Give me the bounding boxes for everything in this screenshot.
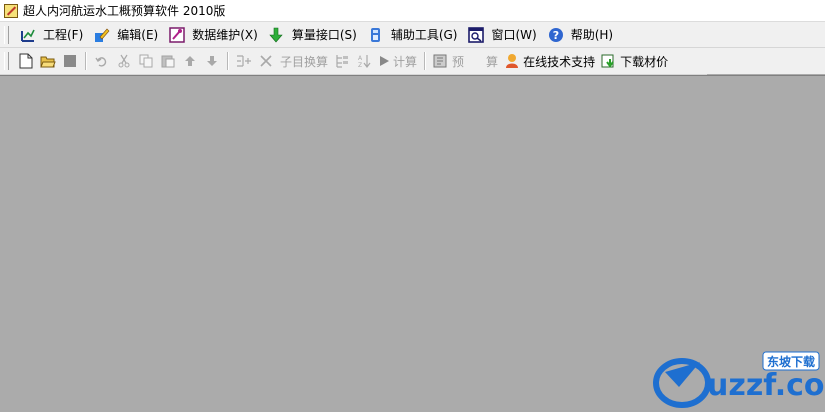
online-support-button[interactable]: 在线技术支持 — [501, 50, 598, 72]
app-icon — [4, 3, 18, 18]
calculate-label: 计算 — [393, 54, 418, 69]
insert-row-icon — [237, 55, 251, 67]
menu-data-maintenance[interactable]: 数据维护(X) — [164, 24, 264, 46]
menu-window[interactable]: 窗口(W) — [463, 24, 542, 46]
watermark-site: uzzf.com — [707, 368, 825, 403]
menu-window-label: 窗口(W) — [491, 28, 537, 42]
menu-bar: 工程(F) 编辑(E) 数据维护(X) 算量接口(S) 辅助工具(G) 窗口(W… — [0, 22, 825, 48]
menu-tools-label: 辅助工具(G) — [390, 28, 458, 42]
new-file-icon — [19, 53, 33, 69]
quantity-interface-icon — [268, 26, 286, 44]
arrow-down-icon — [207, 56, 217, 66]
subitem-conversion-button[interactable]: 子目换算 — [277, 50, 331, 72]
play-icon — [378, 55, 390, 67]
move-up-button[interactable] — [180, 51, 200, 71]
stop-button[interactable] — [60, 51, 80, 71]
move-down-button[interactable] — [202, 51, 222, 71]
menu-quantity-interface[interactable]: 算量接口(S) — [264, 24, 363, 46]
undo-icon — [95, 57, 107, 67]
toolbar-separator — [227, 52, 229, 70]
toolbar-separator — [424, 52, 427, 70]
cut-button[interactable] — [114, 51, 134, 71]
menu-project-label: 工程(F) — [43, 28, 84, 42]
arrow-up-icon — [185, 56, 195, 66]
paste-button[interactable] — [158, 51, 178, 71]
window-title: 超人内河航运水工概预算软件 2010版 — [23, 4, 226, 18]
title-bar: 超人内河航运水工概预算软件 2010版 — [0, 0, 825, 22]
support-person-icon — [504, 53, 520, 69]
tree-icon — [336, 55, 349, 68]
new-file-button[interactable] — [16, 51, 36, 71]
paste-icon — [161, 55, 175, 68]
toolbar-empty-area — [706, 48, 825, 74]
cut-icon — [118, 54, 130, 68]
watermark-tag: 东坡下载 — [767, 354, 815, 369]
menu-data-maintenance-label: 数据维护(X) — [192, 28, 258, 42]
help-icon: ? — [547, 26, 565, 44]
menubar-grip[interactable] — [4, 25, 9, 44]
download-prices-button[interactable]: 下载材价 — [598, 50, 671, 72]
delete-button[interactable] — [256, 51, 276, 71]
menu-project[interactable]: 工程(F) — [15, 24, 89, 46]
svg-text:?: ? — [553, 29, 559, 42]
budget-label-calc: 算 — [486, 54, 499, 69]
menu-quantity-interface-label: 算量接口(S) — [291, 28, 357, 42]
undo-button[interactable] — [92, 51, 112, 71]
calculate-button[interactable]: 计算 — [375, 50, 420, 72]
menu-tools[interactable]: 辅助工具(G) — [363, 24, 464, 46]
tools-icon — [367, 26, 385, 44]
budget-icon — [433, 53, 449, 69]
tree-view-button[interactable] — [332, 51, 352, 71]
watermark-logo: uzzf.com 东坡下载 — [645, 340, 825, 409]
menu-edit-label: 编辑(E) — [117, 28, 159, 42]
project-icon — [19, 26, 37, 44]
svg-text:Z: Z — [358, 62, 362, 68]
budget-button[interactable]: 预 算 — [430, 50, 501, 72]
menu-help-label: 帮助(H) — [570, 28, 614, 42]
tool-bar: 子目换算 AZ 计算 预 算 在线技术支持 下载材价 — [0, 48, 707, 75]
budget-label-pre: 预 — [452, 54, 465, 69]
download-icon — [601, 53, 617, 69]
menu-help[interactable]: ? 帮助(H) — [543, 24, 619, 46]
online-support-label: 在线技术支持 — [523, 54, 596, 69]
copy-button[interactable] — [136, 51, 156, 71]
copy-icon — [139, 54, 153, 68]
toolbar-grip[interactable] — [4, 52, 9, 70]
sort-button[interactable]: AZ — [354, 51, 374, 71]
delete-icon — [260, 55, 272, 67]
open-folder-icon — [40, 56, 56, 68]
download-prices-label: 下载材价 — [620, 54, 669, 69]
sort-icon: AZ — [358, 55, 371, 68]
window-icon — [467, 26, 485, 44]
toolbar-separator — [85, 52, 87, 70]
insert-row-button[interactable] — [234, 51, 254, 71]
edit-icon — [93, 26, 111, 44]
svg-text:A: A — [358, 55, 363, 62]
menu-edit[interactable]: 编辑(E) — [89, 24, 164, 46]
open-folder-button[interactable] — [38, 51, 58, 71]
stop-icon — [64, 55, 76, 67]
data-maintenance-icon — [168, 26, 186, 44]
